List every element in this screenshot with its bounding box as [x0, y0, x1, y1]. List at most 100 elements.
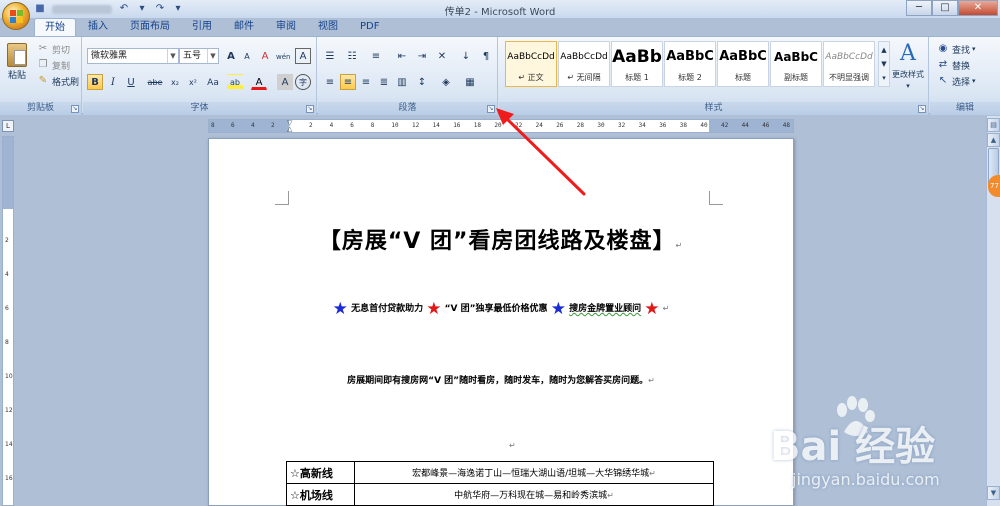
copy-button[interactable]: ❐ 复制	[36, 58, 71, 72]
indent-marker[interactable]: ▽ △	[287, 120, 295, 133]
borders-icon[interactable]: ▦	[462, 74, 478, 90]
table-row: ☆高新线 宏都峰景—海逸诺丁山—恒瑞大湖山语/坦城—大华锦绣华城↵	[286, 461, 714, 484]
chinese-layout-icon[interactable]: ✕	[434, 48, 450, 64]
styles-scroll[interactable]: ▲ ▼ ▾	[878, 41, 890, 87]
phonetic-guide-button[interactable]: wén	[275, 48, 291, 64]
tab-mailings[interactable]: 邮件	[224, 18, 264, 36]
char-shading-button[interactable]: A	[277, 74, 293, 90]
vertical-ruler[interactable]: 2 4 6 8 10 12 14 16	[2, 136, 14, 506]
empty-paragraph[interactable]: ↵	[509, 441, 516, 451]
line-spacing-icon[interactable]: ↕	[414, 74, 430, 90]
numbering-icon[interactable]: ☷	[344, 48, 360, 64]
route-table[interactable]: ☆高新线 宏都峰景—海逸诺丁山—恒瑞大湖山语/坦城—大华锦绣华城↵ ☆机场线 中…	[286, 461, 714, 506]
tab-insert[interactable]: 插入	[78, 18, 118, 36]
styles-dialog-launcher[interactable]: ↘	[918, 105, 926, 113]
close-button[interactable]: ✕	[958, 0, 998, 16]
char-border-button[interactable]: A	[295, 48, 311, 64]
clear-format-button[interactable]: A	[257, 48, 273, 64]
align-right-icon[interactable]: ≡	[358, 74, 374, 90]
paragraph-dialog-launcher[interactable]: ↘	[487, 105, 495, 113]
minimize-button[interactable]: ─	[906, 0, 932, 16]
ruler-toggle-icon[interactable]: ▤	[987, 118, 1000, 132]
multilevel-list-icon[interactable]: ≡	[368, 48, 384, 64]
distributed-icon[interactable]: ▥	[394, 74, 410, 90]
paragraph-mark: ↵	[675, 241, 684, 250]
paste-button[interactable]: 粘贴	[4, 43, 30, 81]
show-marks-icon[interactable]: ¶	[478, 48, 494, 64]
clipboard-group: 粘贴 ✂ 剪切 ❐ 复制 ✎ 格式刷 剪贴板 ↘	[0, 37, 82, 115]
enclose-char-button[interactable]: 字	[295, 74, 311, 90]
paragraph-group-label: 段落	[318, 102, 497, 115]
tagline-line[interactable]: ★ 无息首付贷款助力 ★ “V 团”独享最低价格优惠 ★ 搜房金牌置业顾问 ★ …	[209, 299, 793, 319]
style-title[interactable]: AaBbC 标题	[717, 41, 769, 87]
align-center-icon[interactable]: ≡	[340, 74, 356, 90]
strikethrough-button[interactable]: abe	[145, 74, 165, 90]
ruler-tick-label: 10	[391, 122, 399, 129]
font-name-combo[interactable]: 微软雅黑 ▼	[87, 48, 179, 64]
superscript-button[interactable]: x²	[185, 74, 201, 90]
highlight-button[interactable]: ab	[227, 74, 243, 90]
sort-icon[interactable]: ↓	[458, 48, 474, 64]
align-left-icon[interactable]: ≡	[322, 74, 338, 90]
tab-view[interactable]: 视图	[308, 18, 348, 36]
style-normal[interactable]: AaBbCcDd ↵ 正文	[505, 41, 557, 87]
underline-button[interactable]: U	[123, 74, 139, 90]
route-label-cell[interactable]: ☆机场线	[286, 483, 355, 506]
route-label-cell[interactable]: ☆高新线	[286, 461, 355, 484]
replace-button[interactable]: ⇄ 替换	[936, 58, 970, 72]
justify-icon[interactable]: ≣	[376, 74, 392, 90]
style-sample: AaBbCcDd	[825, 52, 873, 62]
clipboard-dialog-launcher[interactable]: ↘	[71, 105, 79, 113]
shrink-font-button[interactable]: A	[239, 48, 255, 64]
scroll-up-icon[interactable]: ▲	[987, 133, 1000, 147]
tab-page-layout[interactable]: 页面布局	[120, 18, 180, 36]
style-subtitle[interactable]: AaBbC 副标题	[770, 41, 822, 87]
style-name: ↵ 无间隔	[567, 73, 601, 82]
style-subtle-emphasis[interactable]: AaBbCcDd 不明显强调	[823, 41, 875, 87]
tab-references[interactable]: 引用	[182, 18, 222, 36]
horizontal-ruler[interactable]: 8 6 4 2 2 4 6 8 10 12 14 16 18 20 22 24 26 28 30 32 34 36 38 40…	[208, 119, 794, 133]
italic-button[interactable]: I	[105, 74, 121, 90]
subscript-button[interactable]: x₂	[167, 74, 183, 90]
tab-review[interactable]: 审阅	[266, 18, 306, 36]
font-color-button[interactable]: A	[251, 74, 267, 90]
office-logo-icon	[10, 10, 23, 23]
tab-selector[interactable]: L	[2, 120, 14, 132]
editing-group: ◉ 查找 ▾ ⇄ 替换 ↖ 选择 ▾ 编辑	[930, 37, 1000, 115]
ruler-tick-label: 6	[350, 122, 354, 129]
find-button[interactable]: ◉ 查找 ▾	[936, 42, 976, 56]
route-value-cell[interactable]: 宏都峰景—海逸诺丁山—恒瑞大湖山语/坦城—大华锦绣华城↵	[354, 461, 714, 484]
body-paragraph[interactable]: 房展期间即有搜房网“V 团”随时看房，随时发车，随时为您解答买房问题。↵	[209, 373, 793, 386]
table-row: ☆机场线 中航华府—万科现在城—易和岭秀滨城↵	[286, 483, 714, 506]
ruler-tick-label: 8	[5, 339, 9, 346]
format-painter-button[interactable]: ✎ 格式刷	[36, 74, 79, 88]
document-page[interactable]: 【房展“V 团”看房团线路及楼盘】↵ ★ 无息首付贷款助力 ★ “V 团”独享最…	[208, 138, 794, 506]
paste-label: 粘贴	[7, 71, 26, 81]
decrease-indent-icon[interactable]: ⇤	[394, 48, 410, 64]
shading-icon[interactable]: ◈	[438, 74, 454, 90]
maximize-button[interactable]: □	[932, 0, 958, 16]
chevron-up-icon: ▲	[881, 46, 887, 54]
change-case-button[interactable]: Aa	[203, 74, 223, 90]
style-heading-1[interactable]: AaBb 标题 1	[611, 41, 663, 87]
grow-font-button[interactable]: A	[223, 48, 239, 64]
ruler-tick-label: 40	[700, 122, 708, 129]
style-heading-2[interactable]: AaBbC 标题 2	[664, 41, 716, 87]
tab-home[interactable]: 开始	[34, 18, 76, 36]
cut-button[interactable]: ✂ 剪切	[36, 42, 70, 56]
scroll-down-icon[interactable]: ▼	[987, 486, 1000, 500]
font-size-combo[interactable]: 五号 ▼	[179, 48, 219, 64]
bold-button[interactable]: B	[87, 74, 103, 90]
change-styles-button[interactable]: A 更改样式 ▾	[890, 41, 926, 90]
office-button[interactable]	[2, 2, 30, 30]
style-no-spacing[interactable]: AaBbCcDd ↵ 无间隔	[558, 41, 610, 87]
increase-indent-icon[interactable]: ⇥	[414, 48, 430, 64]
select-button[interactable]: ↖ 选择 ▾	[936, 74, 976, 88]
document-title[interactable]: 【房展“V 团”看房团线路及楼盘】↵	[209, 223, 793, 255]
route-value-cell[interactable]: 中航华府—万科现在城—易和岭秀滨城↵	[354, 483, 714, 506]
font-dialog-launcher[interactable]: ↘	[306, 105, 314, 113]
tab-pdf[interactable]: PDF	[350, 18, 389, 36]
side-badge[interactable]: 77	[988, 175, 1000, 197]
bullets-icon[interactable]: ☰	[322, 48, 338, 64]
ruler-tick-label: 4	[251, 122, 255, 129]
